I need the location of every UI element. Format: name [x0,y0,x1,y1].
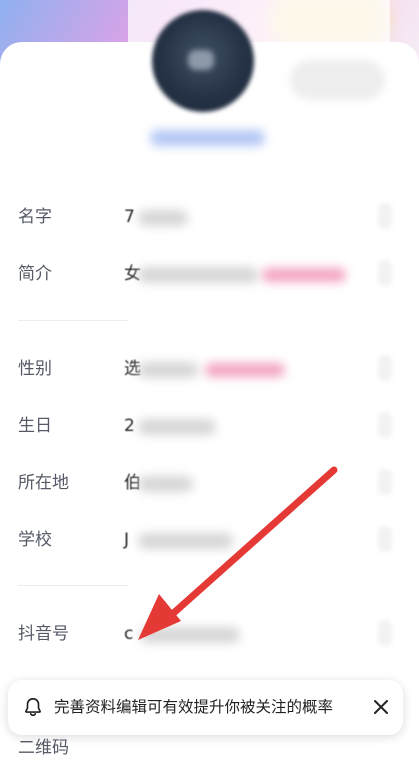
name-row-chevron-icon [378,203,392,229]
section-divider [18,585,128,586]
profile-completion-toast: 完善资料编辑可有效提升你被关注的概率 [8,680,403,735]
field-label-location[interactable]: 所在地 [18,471,69,495]
name-value-blurred [138,210,188,226]
douyin-id-value-blurred [140,627,240,643]
birthday-value-blurred [138,419,216,435]
gender-value-blurred [138,362,198,378]
toast-message: 完善资料编辑可有效提升你被关注的概率 [54,698,334,716]
field-label-name[interactable]: 名字 [18,205,52,229]
avatar-name-blurred [150,130,265,146]
intro-value-highlight-blurred [262,268,346,282]
field-label-school[interactable]: 学校 [18,528,52,552]
gender-value-highlight-blurred [205,363,285,377]
douyin-id-row-chevron-icon [378,620,392,646]
field-label-douyin-id[interactable]: 抖音号 [18,622,69,646]
close-icon[interactable] [371,697,391,717]
avatar-camera-icon [188,50,214,70]
location-row-chevron-icon [378,469,392,495]
location-value-blurred [138,476,193,492]
name-value-peek: 7 [124,207,135,227]
field-label-intro[interactable]: 简介 [18,262,52,286]
privacy-blur-overlay [128,0,390,773]
birthday-row-chevron-icon [378,412,392,438]
profile-edit-screen: 名字 7 简介 女 性别 选 生日 2 所在地 伯 学校 J 抖音号 c 二维码… [0,0,419,773]
section-divider [18,320,128,321]
field-label-gender[interactable]: 性别 [18,357,52,381]
field-label-birthday[interactable]: 生日 [18,414,52,438]
school-row-chevron-icon [378,526,392,552]
blurred-header-button[interactable] [290,60,385,100]
school-value-peek: J [124,530,130,550]
bell-icon [25,697,41,717]
field-label-qrcode[interactable]: 二维码 [18,736,69,760]
douyin-id-value-peek: c [124,624,134,644]
intro-row-chevron-icon [378,260,392,286]
birthday-value-peek: 2 [124,416,135,436]
intro-value-blurred [138,267,258,283]
gender-row-chevron-icon [378,355,392,381]
school-value-blurred [138,533,233,549]
